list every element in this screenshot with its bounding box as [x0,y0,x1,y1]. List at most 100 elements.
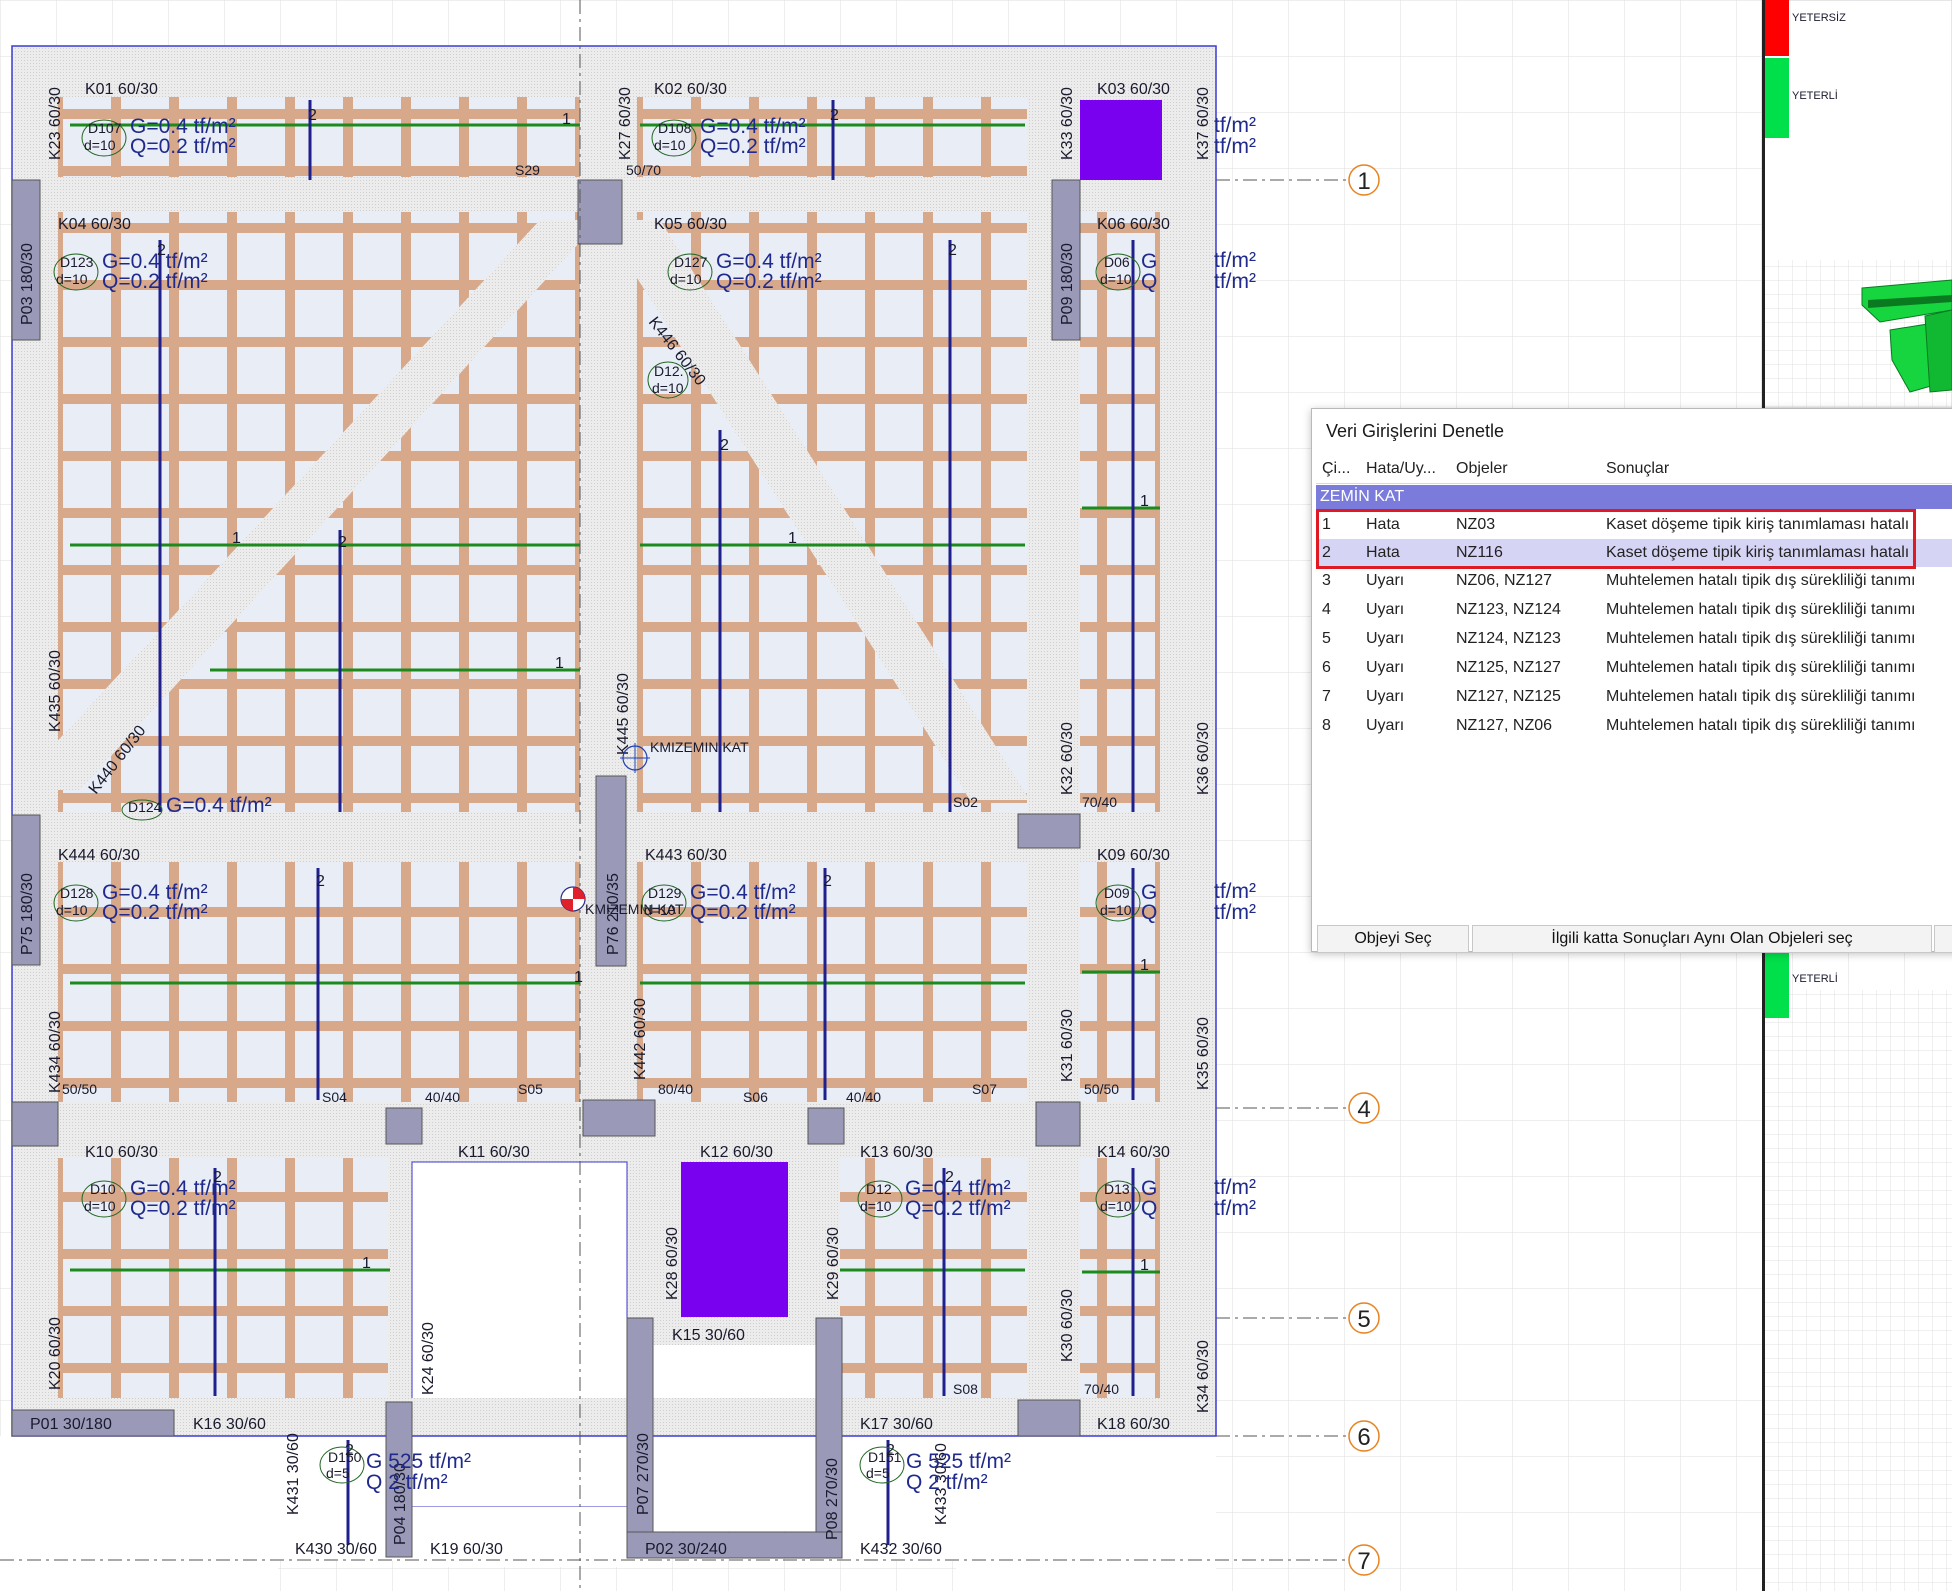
result-row-5[interactable]: 5 Uyarı NZ124, NZ123 Muhtelemen hatalı t… [1316,625,1952,653]
svg-text:50/70: 50/70 [626,162,661,178]
select-object-button[interactable]: Objeyi Seç [1317,925,1469,953]
svg-text:Q=0.2 tf/m²: Q=0.2 tf/m² [102,270,208,293]
beam-label: K445 60/30 [615,673,632,755]
svg-text:KMIZEMIN KAT: KMIZEMIN KAT [585,901,684,917]
svg-text:70/40: 70/40 [1084,1381,1119,1397]
slab-d123: D123 d=10 G=0.4 tf/m² Q=0.2 tf/m² [53,250,208,293]
select-same-results-button[interactable]: İlgili katta Sonuçları Aynı Olan Objeler… [1472,925,1932,953]
svg-text:D107: D107 [88,120,122,136]
error-highlight-box [1316,509,1916,569]
group-zemin-kat[interactable]: ZEMİN KAT [1316,485,1952,509]
beam-label: K17 30/60 [860,1416,933,1433]
beam-label: K13 60/30 [860,1144,933,1161]
svg-text:S05: S05 [518,1081,543,1097]
svg-text:2: 2 [157,242,166,259]
axis-bubble-5: 5 [1357,1306,1370,1333]
beam-label: K18 60/30 [1097,1416,1170,1433]
slab-d09: D09 d=10 G Q [1095,881,1157,924]
slab-d12x: D12. d=10 [647,361,689,399]
svg-text:80/40: 80/40 [658,1081,693,1097]
svg-text:Q: Q [1141,1197,1157,1220]
column-label: P07 270/30 [635,1433,652,1515]
svg-text:Q=0.2 tf/m²: Q=0.2 tf/m² [716,270,822,293]
svg-text:Q: Q [1141,901,1157,924]
column-6e [1017,1399,1081,1437]
column-4e [1035,1101,1081,1147]
svg-text:1: 1 [1140,1257,1149,1274]
slab-d107: D107 d=10 G=0.4 tf/m² Q=0.2 tf/m² [81,115,236,158]
beam-label: K430 30/60 [295,1541,377,1558]
beam-label: K02 60/30 [654,81,727,98]
beam-label: K435 60/30 [47,650,64,732]
result-row-6[interactable]: 6 Uyarı NZ125, NZ127 Muhtelemen hatalı t… [1316,654,1952,682]
beam-label: K432 30/60 [860,1541,942,1558]
svg-text:S04: S04 [322,1089,347,1105]
error-element-nz03 [1080,100,1162,180]
col-objects-header[interactable]: Objeler [1456,460,1508,478]
good-legend-label-2: YETERLİ [1792,972,1838,985]
result-row-8[interactable]: 8 Uyarı NZ127, NZ06 Muhtelemen hatalı ti… [1316,712,1952,740]
beam-label: K443 60/30 [645,847,727,864]
svg-text:2: 2 [345,1442,354,1459]
svg-text:d=10: d=10 [56,271,88,287]
3d-view[interactable] [1765,260,1952,408]
svg-text:40/40: 40/40 [425,1089,460,1105]
svg-text:KMIZEMIN KAT: KMIZEMIN KAT [650,739,749,755]
beam-label: K23 60/30 [47,87,64,160]
column-label: P09 180/30 [1059,243,1076,325]
check-dialog[interactable]: Veri Girişlerini Denetle Çi... Hata/Uy..… [1311,408,1952,953]
beam-label: K32 60/30 [1059,722,1076,795]
axis-bubble-7: 7 [1357,1548,1370,1575]
svg-text:S29: S29 [515,162,540,178]
beam-label: K28 60/30 [664,1227,681,1300]
axis-bubble-4: 4 [1357,1096,1370,1123]
beam-label: K06 60/30 [1097,216,1170,233]
svg-text:d=10: d=10 [860,1198,892,1214]
svg-text:tf/m²: tf/m² [1214,1197,1256,1220]
svg-text:tf/m²: tf/m² [1214,249,1256,272]
svg-text:d=10: d=10 [670,271,702,287]
good-legend-label: YETERLİ [1792,89,1838,102]
column-4a [11,1101,59,1147]
slab-d128: D128 d=10 G=0.4 tf/m² Q=0.2 tf/m² [53,881,208,924]
beam-label: K30 60/30 [1059,1289,1076,1362]
svg-text:1: 1 [232,530,241,547]
svg-text:2: 2 [945,1169,954,1186]
svg-text:d=10: d=10 [654,137,686,153]
beam-label: K24 60/30 [420,1322,437,1395]
bad-swatch [1765,0,1789,56]
svg-text:G 525 tf/m²: G 525 tf/m² [906,1450,1011,1473]
svg-text:S02: S02 [953,794,978,810]
beam-label: K12 60/30 [700,1144,773,1161]
svg-text:d=10: d=10 [84,1198,116,1214]
beam-label: K03 60/30 [1097,81,1170,98]
svg-text:G 525 tf/m²: G 525 tf/m² [366,1450,471,1473]
bad-legend-label: YETERSİZ [1792,11,1846,24]
svg-text:1: 1 [562,111,571,128]
dialog-title: Veri Girişlerini Denetle [1326,421,1505,441]
col-type-header[interactable]: Hata/Uy... [1366,460,1436,478]
beam-label: K16 30/60 [193,1416,266,1433]
beam-label: K10 60/30 [85,1144,158,1161]
beam-label: K09 60/30 [1097,847,1170,864]
svg-text:d=5: d=5 [326,1465,350,1481]
beam-label: K11 60/30 [458,1144,530,1161]
svg-text:2: 2 [213,1169,222,1186]
svg-text:d=10: d=10 [1100,902,1132,918]
beam-label: K33 60/30 [1059,87,1076,160]
col-results-header[interactable]: Sonuçlar [1606,460,1669,478]
result-row-3[interactable]: 3 Uyarı NZ06, NZ127 Muhtelemen hatalı ti… [1316,567,1952,595]
svg-text:d=10: d=10 [1100,1198,1132,1214]
result-row-7[interactable]: 7 Uyarı NZ127, NZ125 Muhtelemen hatalı t… [1316,683,1952,711]
svg-text:S06: S06 [743,1089,768,1105]
column-label: P02 30/240 [645,1541,727,1558]
svg-text:D124: D124 [128,799,162,815]
svg-text:2: 2 [720,437,729,454]
svg-text:2: 2 [316,873,325,890]
svg-text:2: 2 [886,1442,895,1459]
result-row-4[interactable]: 4 Uyarı NZ123, NZ124 Muhtelemen hatalı t… [1316,596,1952,624]
extra-button[interactable] [1934,925,1952,953]
col-no-header[interactable]: Çi... [1322,460,1350,478]
svg-text:40/40: 40/40 [846,1089,881,1105]
svg-text:1: 1 [1140,957,1149,974]
